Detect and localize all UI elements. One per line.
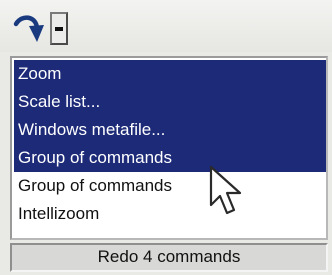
list-item[interactable]: Zoom <box>14 60 326 88</box>
list-item[interactable]: Group of commands <box>14 144 326 172</box>
redo-button[interactable] <box>10 12 46 46</box>
toolbar <box>0 0 332 52</box>
list-item[interactable]: Intellizoom <box>14 200 326 228</box>
status-bar: Redo 4 commands <box>10 243 328 272</box>
redo-list: Zoom Scale list... Windows metafile... G… <box>10 56 328 240</box>
list-item[interactable]: Group of commands <box>14 172 326 200</box>
status-text: Redo 4 commands <box>97 247 241 266</box>
list-item[interactable]: Scale list... <box>14 88 326 116</box>
redo-dropdown-button[interactable] <box>50 12 68 45</box>
dropdown-arrow-icon <box>55 27 63 31</box>
mouse-pointer-icon <box>208 165 248 221</box>
redo-arrow-icon <box>13 15 44 42</box>
list-item[interactable]: Windows metafile... <box>14 116 326 144</box>
